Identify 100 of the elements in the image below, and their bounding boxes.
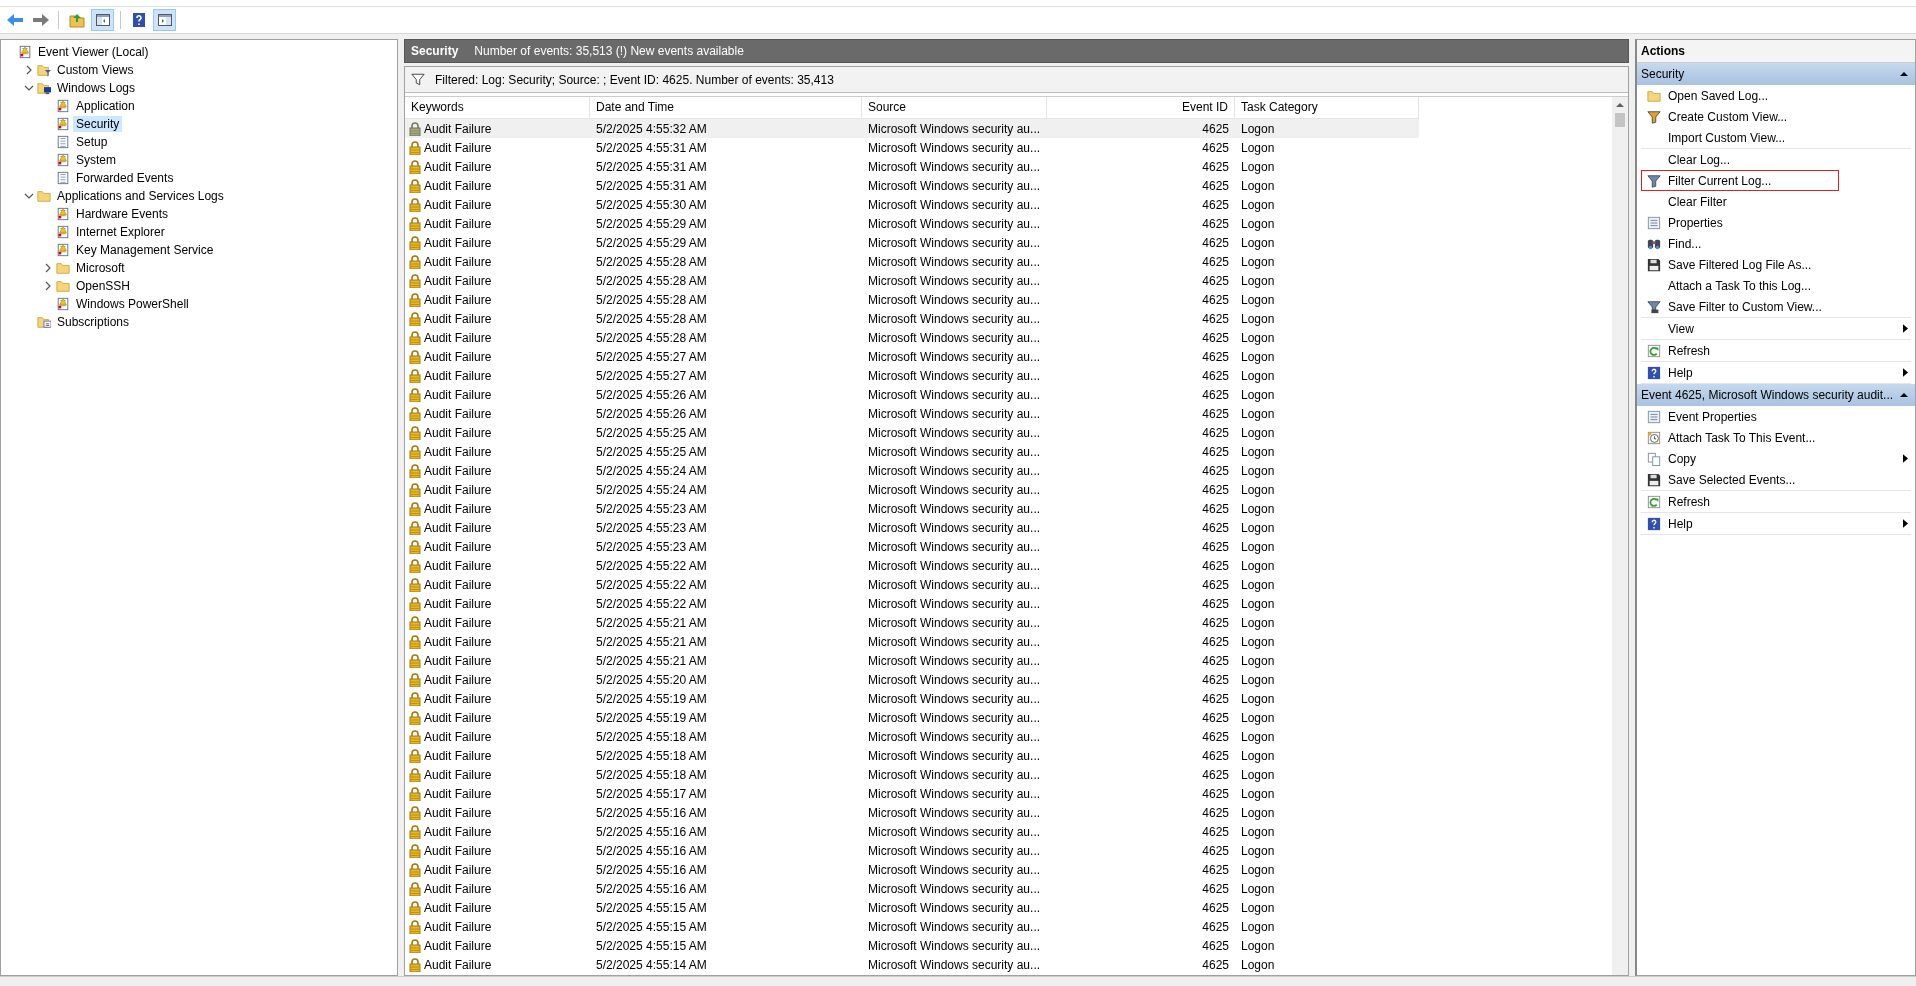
event-row[interactable]: Audit Failure 5/2/2025 4:55:26 AM Microsoft Windows security au... 4625 Logon [405, 404, 1419, 423]
event-row[interactable]: Audit Failure 5/2/2025 4:55:23 AM Microsoft Windows security au... 4625 Logon [405, 518, 1419, 537]
event-row[interactable]: Audit Failure 5/2/2025 4:55:15 AM Microsoft Windows security au... 4625 Logon [405, 898, 1419, 917]
event-row[interactable]: Audit Failure 5/2/2025 4:55:25 AM Microsoft Windows security au... 4625 Logon [405, 442, 1419, 461]
action-item[interactable]: Properties [1641, 212, 1911, 233]
event-row[interactable]: Audit Failure 5/2/2025 4:55:20 AM Microsoft Windows security au... 4625 Logon [405, 670, 1419, 689]
tree-item[interactable]: Application [73, 98, 138, 114]
tree-item[interactable]: Forwarded Events [73, 170, 177, 186]
event-row[interactable]: Audit Failure 5/2/2025 4:55:18 AM Microsoft Windows security au... 4625 Logon [405, 727, 1419, 746]
action-item[interactable]: Save Filtered Log File As... [1641, 254, 1911, 275]
event-row[interactable]: Audit Failure 5/2/2025 4:55:29 AM Microsoft Windows security au... 4625 Logon [405, 214, 1419, 233]
event-row[interactable]: Audit Failure 5/2/2025 4:55:19 AM Microsoft Windows security au... 4625 Logon [405, 689, 1419, 708]
expander-icon[interactable] [43, 263, 53, 273]
event-row[interactable]: Audit Failure 5/2/2025 4:55:22 AM Microsoft Windows security au... 4625 Logon [405, 575, 1419, 594]
event-row[interactable]: Audit Failure 5/2/2025 4:55:30 AM Microsoft Windows security au... 4625 Logon [405, 195, 1419, 214]
scrollbar-thumb[interactable] [1615, 113, 1625, 127]
expander-icon[interactable] [24, 191, 34, 201]
event-row[interactable]: Audit Failure 5/2/2025 4:55:18 AM Microsoft Windows security au... 4625 Logon [405, 765, 1419, 784]
action-item[interactable]: Save Filter to Custom View... [1641, 296, 1911, 317]
event-row[interactable]: Audit Failure 5/2/2025 4:55:22 AM Microsoft Windows security au... 4625 Logon [405, 594, 1419, 613]
event-row[interactable]: Audit Failure 5/2/2025 4:55:21 AM Microsoft Windows security au... 4625 Logon [405, 632, 1419, 651]
action-item[interactable]: Refresh [1641, 340, 1911, 361]
scroll-up-icon[interactable] [1615, 100, 1625, 110]
action-item[interactable]: Help [1641, 513, 1911, 534]
tree-item[interactable]: OpenSSH [73, 278, 134, 294]
event-row[interactable]: Audit Failure 5/2/2025 4:55:14 AM Microsoft Windows security au... 4625 Logon [405, 955, 1419, 974]
expander-icon[interactable] [24, 65, 34, 75]
tree-toolbar-button[interactable] [91, 9, 114, 31]
event-row[interactable]: Audit Failure 5/2/2025 4:55:16 AM Microsoft Windows security au... 4625 Logon [405, 860, 1419, 879]
event-row[interactable]: Audit Failure 5/2/2025 4:55:16 AM Microsoft Windows security au... 4625 Logon [405, 803, 1419, 822]
event-row[interactable]: Audit Failure 5/2/2025 4:55:16 AM Microsoft Windows security au... 4625 Logon [405, 841, 1419, 860]
event-row[interactable]: Audit Failure 5/2/2025 4:55:27 AM Microsoft Windows security au... 4625 Logon [405, 347, 1419, 366]
section-header[interactable]: Event 4625, Microsoft Windows security audit... [1637, 384, 1915, 406]
tree-item[interactable]: System [73, 152, 119, 168]
event-row[interactable]: Audit Failure 5/2/2025 4:55:32 AM Microsoft Windows security au... 4625 Logon [405, 119, 1419, 138]
tree-item[interactable]: Microsoft [73, 260, 128, 276]
section-header[interactable]: Security [1637, 63, 1915, 85]
action-item[interactable]: Copy [1641, 448, 1911, 469]
action-item[interactable]: Help [1641, 362, 1911, 383]
event-row[interactable]: Audit Failure 5/2/2025 4:55:28 AM Microsoft Windows security au... 4625 Logon [405, 328, 1419, 347]
action-item[interactable]: Open Saved Log... [1641, 85, 1911, 106]
tree-item[interactable]: Windows Logs [54, 80, 139, 96]
event-row[interactable]: Audit Failure 5/2/2025 4:55:23 AM Microsoft Windows security au... 4625 Logon [405, 537, 1419, 556]
action-item[interactable]: Attach Task To This Event... [1641, 427, 1911, 448]
event-row[interactable]: Audit Failure 5/2/2025 4:55:29 AM Microsoft Windows security au... 4625 Logon [405, 233, 1419, 252]
action-item[interactable]: Clear Log... [1641, 149, 1911, 170]
event-row[interactable]: Audit Failure 5/2/2025 4:55:15 AM Microsoft Windows security au... 4625 Logon [405, 936, 1419, 955]
event-row[interactable]: Audit Failure 5/2/2025 4:55:28 AM Microsoft Windows security au... 4625 Logon [405, 309, 1419, 328]
action-item[interactable]: Create Custom View... [1641, 106, 1911, 127]
event-row[interactable]: Audit Failure 5/2/2025 4:55:15 AM Microsoft Windows security au... 4625 Logon [405, 917, 1419, 936]
tree-item[interactable]: Applications and Services Logs [54, 188, 227, 204]
scrollbar[interactable] [1612, 97, 1628, 975]
action-item[interactable]: Find... [1641, 233, 1911, 254]
event-row[interactable]: Audit Failure 5/2/2025 4:55:31 AM Microsoft Windows security au... 4625 Logon [405, 157, 1419, 176]
event-row[interactable]: Audit Failure 5/2/2025 4:55:23 AM Microsoft Windows security au... 4625 Logon [405, 499, 1419, 518]
action-item[interactable]: Attach a Task To this Log... [1641, 275, 1911, 296]
expander-icon[interactable] [43, 281, 53, 291]
event-row[interactable]: Audit Failure 5/2/2025 4:55:25 AM Microsoft Windows security au... 4625 Logon [405, 423, 1419, 442]
column-header[interactable]: Task Category [1235, 97, 1419, 118]
event-row[interactable]: Audit Failure 5/2/2025 4:55:22 AM Microsoft Windows security au... 4625 Logon [405, 556, 1419, 575]
column-header[interactable]: Event ID [1047, 97, 1235, 118]
tree-item[interactable]: Event Viewer (Local) [35, 44, 152, 60]
action-item[interactable]: View [1641, 318, 1911, 339]
event-row[interactable]: Audit Failure 5/2/2025 4:55:16 AM Microsoft Windows security au... 4625 Logon [405, 879, 1419, 898]
event-row[interactable]: Audit Failure 5/2/2025 4:55:19 AM Microsoft Windows security au... 4625 Logon [405, 708, 1419, 727]
tree-item[interactable]: Security [73, 116, 123, 132]
tree-item[interactable]: Subscriptions [54, 314, 133, 330]
action-item[interactable]: Filter Current Log... [1641, 170, 1839, 191]
event-row[interactable]: Audit Failure 5/2/2025 4:55:18 AM Microsoft Windows security au... 4625 Logon [405, 746, 1419, 765]
tree-item[interactable]: Hardware Events [73, 206, 172, 222]
event-row[interactable]: Audit Failure 5/2/2025 4:55:24 AM Microsoft Windows security au... 4625 Logon [405, 461, 1419, 480]
event-row[interactable]: Audit Failure 5/2/2025 4:55:28 AM Microsoft Windows security au... 4625 Logon [405, 290, 1419, 309]
action-item[interactable]: Save Selected Events... [1641, 469, 1911, 490]
event-row[interactable]: Audit Failure 5/2/2025 4:55:26 AM Microsoft Windows security au... 4625 Logon [405, 385, 1419, 404]
action-item[interactable]: Event Properties [1641, 406, 1911, 427]
event-row[interactable]: Audit Failure 5/2/2025 4:55:21 AM Microsoft Windows security au... 4625 Logon [405, 613, 1419, 632]
event-row[interactable]: Audit Failure 5/2/2025 4:55:21 AM Microsoft Windows security au... 4625 Logon [405, 651, 1419, 670]
tree-item[interactable]: Key Management Service [73, 242, 217, 258]
event-row[interactable]: Audit Failure 5/2/2025 4:55:31 AM Microsoft Windows security au... 4625 Logon [405, 138, 1419, 157]
event-row[interactable]: Audit Failure 5/2/2025 4:55:27 AM Microsoft Windows security au... 4625 Logon [405, 366, 1419, 385]
event-row[interactable]: Audit Failure 5/2/2025 4:55:28 AM Microsoft Windows security au... 4625 Logon [405, 271, 1419, 290]
action-item[interactable]: Clear Filter [1641, 191, 1911, 212]
event-row[interactable]: Audit Failure 5/2/2025 4:55:24 AM Microsoft Windows security au... 4625 Logon [405, 480, 1419, 499]
tree-item[interactable]: Internet Explorer [73, 224, 168, 240]
tree-item[interactable]: Setup [73, 134, 111, 150]
event-row[interactable]: Audit Failure 5/2/2025 4:55:17 AM Microsoft Windows security au... 4625 Logon [405, 784, 1419, 803]
column-header[interactable]: Source [862, 97, 1047, 118]
action-item[interactable]: Import Custom View... [1641, 127, 1911, 148]
column-header[interactable]: Keywords [405, 97, 590, 118]
action-item[interactable]: Refresh [1641, 491, 1911, 512]
collapse-icon[interactable] [1899, 390, 1909, 400]
event-row[interactable]: Audit Failure 5/2/2025 4:55:16 AM Microsoft Windows security au... 4625 Logon [405, 822, 1419, 841]
pane-toolbar-button[interactable] [153, 9, 176, 31]
expander-icon[interactable] [24, 83, 34, 93]
tree-item[interactable]: Custom Views [54, 62, 137, 78]
column-header[interactable]: Date and Time [590, 97, 862, 118]
tree-item[interactable]: Windows PowerShell [73, 296, 192, 312]
event-row[interactable]: Audit Failure 5/2/2025 4:55:31 AM Microsoft Windows security au... 4625 Logon [405, 176, 1419, 195]
event-row[interactable]: Audit Failure 5/2/2025 4:55:28 AM Microsoft Windows security au... 4625 Logon [405, 252, 1419, 271]
collapse-icon[interactable] [1899, 69, 1909, 79]
